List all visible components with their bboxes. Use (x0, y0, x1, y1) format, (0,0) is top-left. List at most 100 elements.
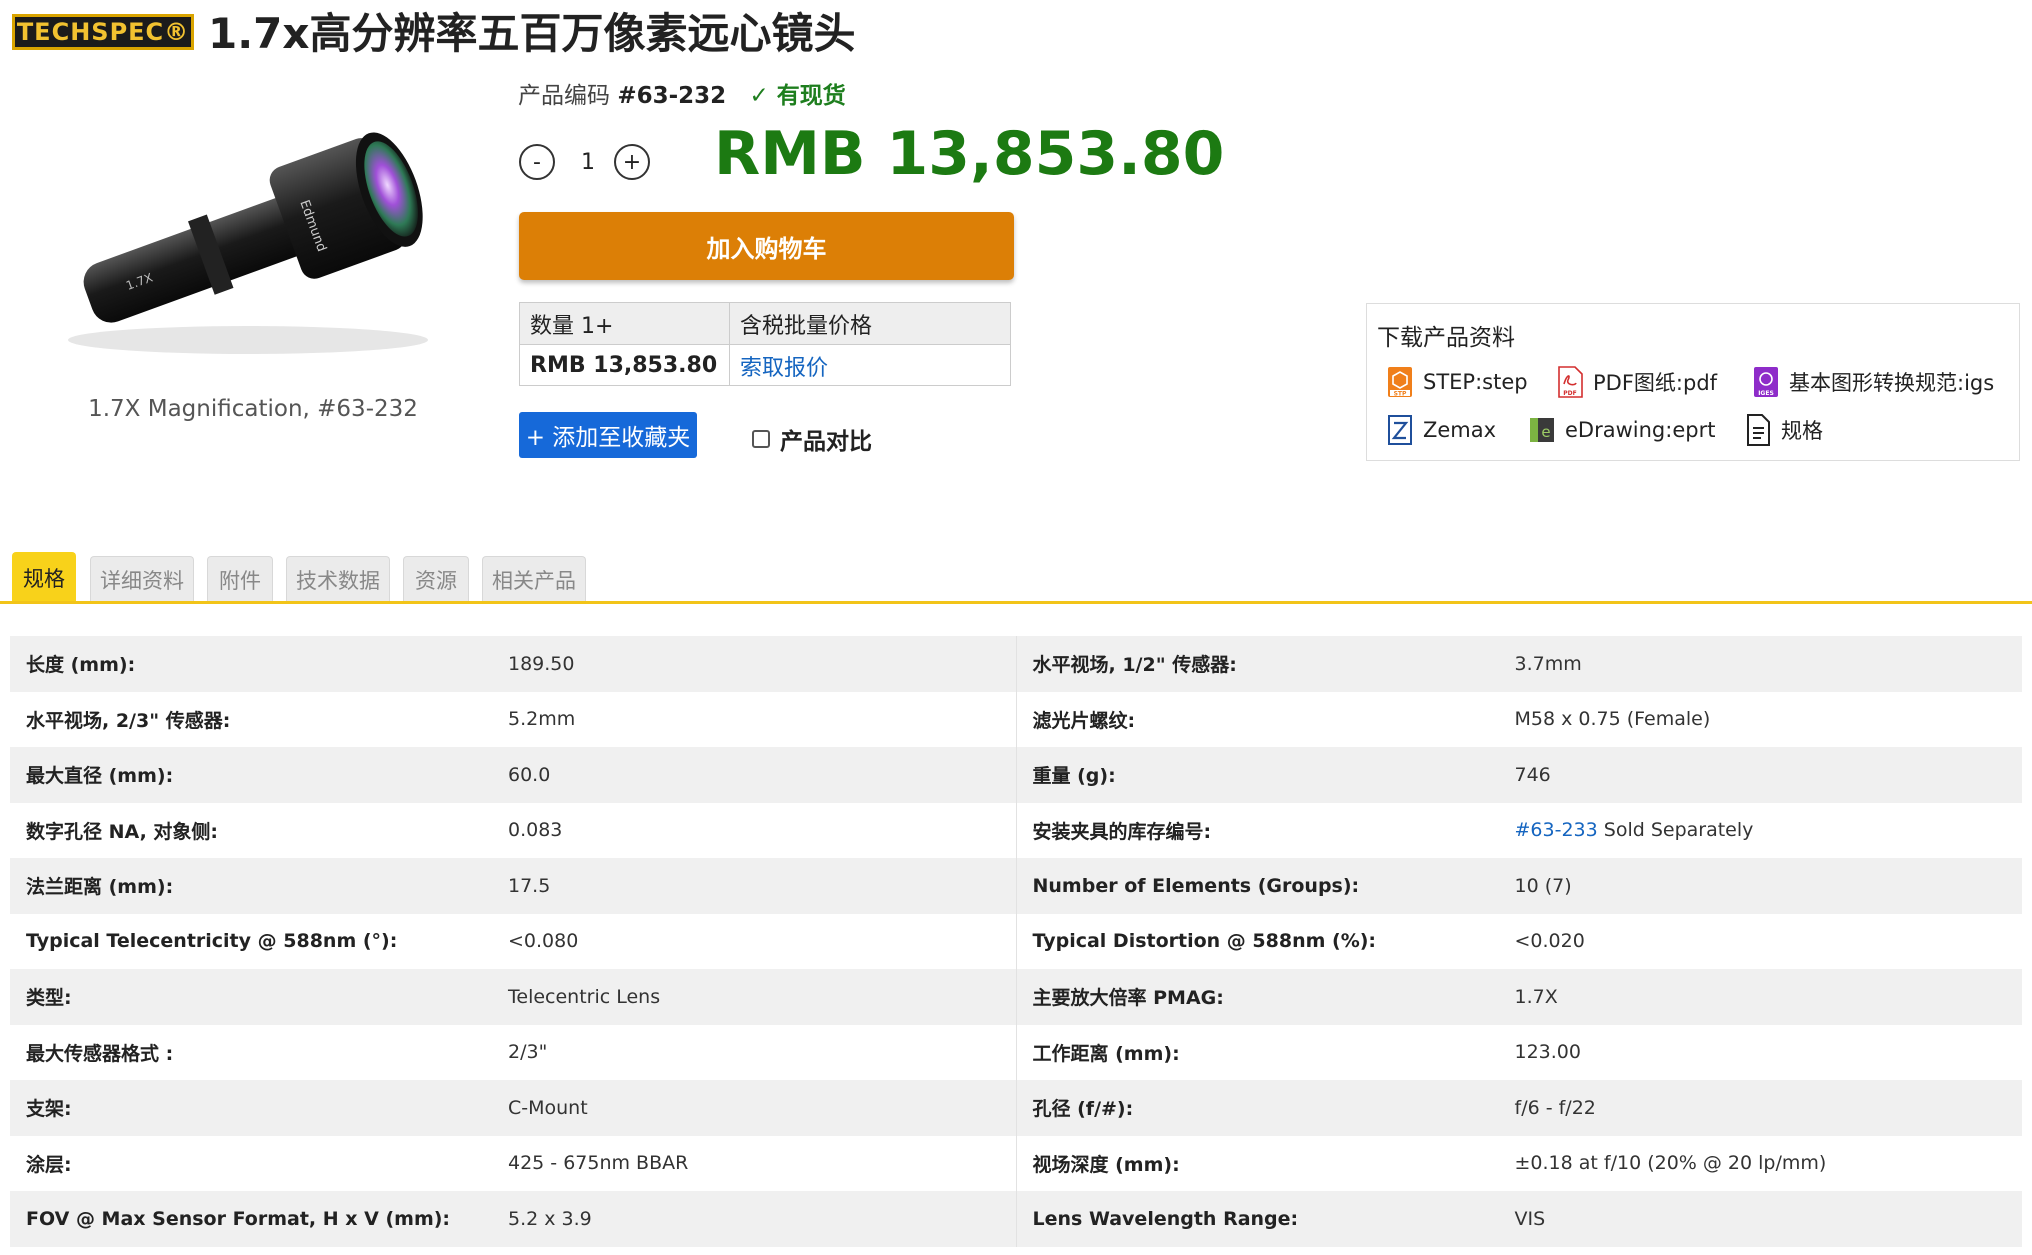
spec-value: 17.5 (508, 874, 551, 897)
spec-value: 746 (1514, 763, 1551, 786)
spec-value: C-Mount (508, 1096, 588, 1119)
tab-related-products[interactable]: 相关产品 (482, 556, 586, 602)
spec-value: 60.0 (508, 763, 551, 786)
tab-details[interactable]: 详细资料 (90, 556, 194, 602)
spec-label: 支架: (26, 1098, 72, 1121)
spec-label: FOV @ Max Sensor Format, H x V (mm): (26, 1207, 451, 1230)
spec-value: 5.2 x 3.9 (508, 1207, 592, 1230)
download-step[interactable]: STP STEP:step (1387, 366, 1528, 398)
techspec-logo[interactable]: TECHSPEC® (12, 14, 194, 50)
spec-left-cell: 最大直径 (mm): 60.0 (10, 747, 1017, 803)
spec-table: 长度 (mm): 189.50 水平视场, 1/2" 传感器: 3.7mm 水平视场, … (10, 636, 2022, 1247)
download-edrawing[interactable]: e eDrawing:eprt (1529, 414, 1715, 446)
spec-label: Typical Telecentricity @ 588nm (°): (26, 930, 398, 953)
svg-text:PDF: PDF (1563, 390, 1576, 397)
spec-left-cell: Typical Telecentricity @ 588nm (°): <0.08… (10, 913, 1017, 969)
tab-specs[interactable]: 规格 (12, 552, 76, 602)
spec-left-cell: 最大传感器格式 : 2/3" (10, 1024, 1017, 1080)
download-pdf[interactable]: PDF PDF图纸:pdf (1557, 366, 1717, 398)
spec-label: 类型: (26, 987, 72, 1010)
compare-checkbox[interactable] (752, 430, 770, 448)
download-spec-sheet[interactable]: 规格 (1745, 414, 1823, 446)
spec-label: 水平视场, 2/3" 传感器: (26, 709, 231, 732)
spec-label: 最大传感器格式 : (26, 1042, 174, 1065)
spec-left-cell: 长度 (mm): 189.50 (10, 636, 1017, 692)
step-file-icon: STP (1388, 367, 1412, 398)
downloads-title: 下载产品资料 (1377, 325, 1515, 351)
spec-row: 数字孔径 NA, 对象侧: 0.083 安装夹具的库存编号: #63-233 Sold… (10, 802, 2022, 858)
download-step-label: STEP:step (1423, 370, 1528, 394)
add-to-cart-button[interactable]: 加入购物车 (519, 212, 1014, 280)
spec-label: 数字孔径 NA, 对象侧: (26, 820, 219, 843)
spec-value: 1.7X (1514, 985, 1558, 1008)
spec-value: 425 - 675nm BBAR (508, 1152, 689, 1175)
spec-row: 类型: Telecentric Lens 主要放大倍率 PMAG: 1.7X (10, 969, 2022, 1025)
spec-value: Telecentric Lens (508, 985, 661, 1008)
spec-right-cell: 水平视场, 1/2" 传感器: 3.7mm (1017, 636, 2023, 692)
price-table-header: 数量 1+ 含税批量价格 (520, 303, 1010, 345)
download-iges[interactable]: IGES 基本图形转换规范:igs (1753, 366, 1994, 398)
price-table-row: RMB 13,853.80 索取报价 (520, 345, 1010, 386)
stock-label: 有现货 (776, 83, 846, 109)
spec-value: M58 x 0.75 (Female) (1514, 708, 1711, 731)
spec-value: 5.2mm (508, 708, 576, 731)
image-caption: 1.7X Magnification, #63-232 (88, 396, 418, 422)
request-quote-link[interactable]: 索取报价 (730, 350, 828, 382)
download-zemax-label: Zemax (1423, 418, 1497, 442)
spec-value: 123.00 (1514, 1041, 1581, 1064)
spec-right-cell: 工作距离 (mm): 123.00 (1017, 1025, 2023, 1081)
spec-right-cell: 视场深度 (mm): ±0.18 at f/10 (20% @ 20 lp/mm) (1017, 1136, 2023, 1192)
mounting-part-link[interactable]: #63-233 (1515, 819, 1598, 841)
compare-toggle[interactable]: 产品对比 (752, 422, 872, 456)
spec-label: 法兰距离 (mm): (26, 876, 174, 899)
tab-underline (0, 601, 2032, 604)
spec-value: 2/3" (508, 1041, 548, 1064)
spec-right-cell: 滤光片螺纹: M58 x 0.75 (Female) (1017, 692, 2023, 748)
spec-label: Typical Distortion @ 588nm (%): (1032, 930, 1377, 953)
tab-accessories[interactable]: 附件 (207, 556, 273, 602)
stock-status: ✓ 有现货 (749, 83, 845, 109)
spec-value: 10 (7) (1514, 874, 1572, 897)
spec-left-cell: 涂层: 425 - 675nm BBAR (10, 1135, 1017, 1191)
spec-left-cell: 水平视场, 2/3" 传感器: 5.2mm (10, 691, 1017, 747)
spec-label: 主要放大倍率 PMAG: (1032, 987, 1224, 1010)
zemax-icon (1388, 415, 1412, 445)
volume-price-table: 数量 1+ 含税批量价格 RMB 13,853.80 索取报价 (519, 302, 1011, 386)
decrement-button[interactable]: - (519, 144, 555, 180)
spec-value: #63-233 Sold Separately (1515, 819, 1754, 841)
spec-value: 189.50 (508, 652, 575, 675)
spec-label: 滤光片螺纹: (1032, 709, 1136, 732)
spec-value: f/6 - f/22 (1514, 1096, 1596, 1119)
spec-row: 法兰距离 (mm): 17.5 Number of Elements (Groups… (10, 858, 2022, 914)
spec-row: Typical Telecentricity @ 588nm (°): <0.08… (10, 913, 2022, 969)
spec-left-cell: 支架: C-Mount (10, 1080, 1017, 1136)
tab-resources[interactable]: 资源 (403, 556, 469, 602)
spec-label: 视场深度 (mm): (1032, 1153, 1180, 1176)
unit-price: RMB 13,853.80 (520, 345, 730, 386)
download-zemax[interactable]: Zemax (1387, 414, 1496, 446)
spec-label: 水平视场, 1/2" 传感器: (1032, 654, 1237, 677)
spec-label: 孔径 (f/#): (1032, 1098, 1134, 1121)
spec-left-cell: FOV @ Max Sensor Format, H x V (mm): 5.2 … (10, 1191, 1017, 1247)
product-code: 产品编码 #63-232 ✓ 有现货 (518, 76, 846, 110)
compare-label: 产品对比 (780, 429, 872, 455)
spec-row: 涂层: 425 - 675nm BBAR 视场深度 (mm): ±0.18 at f/… (10, 1135, 2023, 1192)
spec-label: 长度 (mm): (26, 654, 136, 677)
pdf-file-icon: PDF (1558, 366, 1583, 398)
quantity-input[interactable]: 1 (576, 150, 600, 175)
spec-row: 长度 (mm): 189.50 水平视场, 1/2" 传感器: 3.7mm (10, 636, 2022, 692)
page-title: 1.7x高分辨率五百万像素远心镜头 (208, 9, 856, 58)
add-to-favorites-button[interactable]: + 添加至收藏夹 (519, 412, 697, 458)
tab-technical-data[interactable]: 技术数据 (286, 556, 390, 602)
spec-left-cell: 类型: Telecentric Lens (10, 969, 1017, 1025)
product-image[interactable]: 1.7X Edmund (48, 110, 458, 390)
spec-value: VIS (1514, 1207, 1546, 1230)
increment-button[interactable]: + (614, 144, 650, 180)
spec-right-cell: 孔径 (f/#): f/6 - f/22 (1017, 1080, 2023, 1136)
sold-separately-text: Sold Separately (1597, 819, 1754, 842)
spec-row: 最大直径 (mm): 60.0 重量 (g): 746 (10, 747, 2022, 803)
spec-row: 最大传感器格式 : 2/3" 工作距离 (mm): 123.00 (10, 1024, 2023, 1081)
check-icon: ✓ (749, 83, 769, 109)
spec-label: 重量 (g): (1032, 765, 1116, 788)
svg-text:IGES: IGES (1758, 390, 1774, 397)
